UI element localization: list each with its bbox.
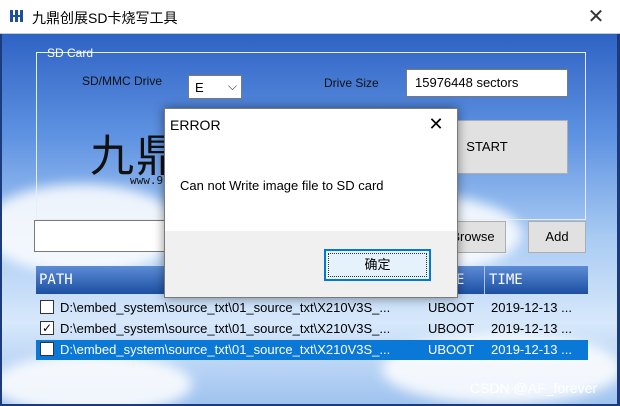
sd-card-group-label: SD Card [47, 46, 94, 60]
drive-value: E [195, 80, 204, 95]
row-checkbox[interactable] [40, 342, 54, 356]
table-row[interactable]: D:\embed_system\source_txt\01_source_txt… [36, 298, 588, 318]
add-button-label: Add [545, 229, 569, 244]
header-time[interactable]: TIME [489, 272, 523, 288]
drive-select[interactable]: E ⌵ [188, 75, 242, 99]
drive-size-value: 15976448 sectors [415, 75, 519, 90]
dialog-message: Can not Write image file to SD card [180, 178, 384, 193]
watermark: CSDN @AF_forever [470, 380, 598, 396]
window-title: 九鼎创展SD卡烧写工具 [32, 10, 178, 26]
drive-size-label: Drive Size [324, 76, 379, 90]
table-row[interactable]: ✓ D:\embed_system\source_txt\01_source_t… [36, 319, 588, 339]
company-url: www.9 [130, 174, 164, 187]
add-button[interactable]: Add [528, 221, 586, 253]
row-type: UBOOT [428, 300, 475, 315]
header-path[interactable]: PATH [39, 272, 73, 288]
error-dialog: ERROR ✕ Can not Write image file to SD c… [164, 108, 458, 298]
drive-label: SD/MMC Drive [82, 74, 162, 88]
drive-size-field[interactable]: 15976448 sectors [406, 69, 568, 97]
checkmark-icon: ✓ [41, 321, 53, 335]
close-icon[interactable]: ✕ [425, 113, 447, 135]
row-type: UBOOT [428, 342, 475, 357]
ok-button[interactable]: 确定 [324, 249, 431, 281]
row-checkbox[interactable] [40, 300, 54, 314]
table-row[interactable]: D:\embed_system\source_txt\01_source_txt… [36, 340, 588, 360]
close-icon[interactable]: ✕ [585, 6, 607, 28]
header-divider[interactable] [484, 266, 485, 294]
main-window: 九鼎创展SD卡烧写工具 ✕ SD Card SD/MMC Drive E ⌵ D… [0, 0, 620, 406]
row-path: D:\embed_system\source_txt\01_source_txt… [60, 342, 391, 357]
title-bar: 九鼎创展SD卡烧写工具 ✕ [0, 0, 620, 34]
start-button-label: START [466, 139, 508, 154]
row-path: D:\embed_system\source_txt\01_source_txt… [60, 300, 391, 315]
row-time: 2019-12-13 ... [491, 300, 572, 315]
dialog-footer: 确定 [165, 231, 457, 297]
app-logo-icon [10, 10, 23, 22]
image-path-input[interactable] [34, 220, 174, 252]
chevron-down-icon[interactable]: ⌵ [228, 79, 237, 94]
row-path: D:\embed_system\source_txt\01_source_txt… [60, 321, 391, 336]
row-time: 2019-12-13 ... [491, 342, 572, 357]
dialog-title: ERROR [170, 117, 221, 133]
row-type: UBOOT [428, 321, 475, 336]
focus-ring [328, 253, 427, 277]
row-checkbox[interactable]: ✓ [40, 321, 54, 335]
row-time: 2019-12-13 ... [491, 321, 572, 336]
